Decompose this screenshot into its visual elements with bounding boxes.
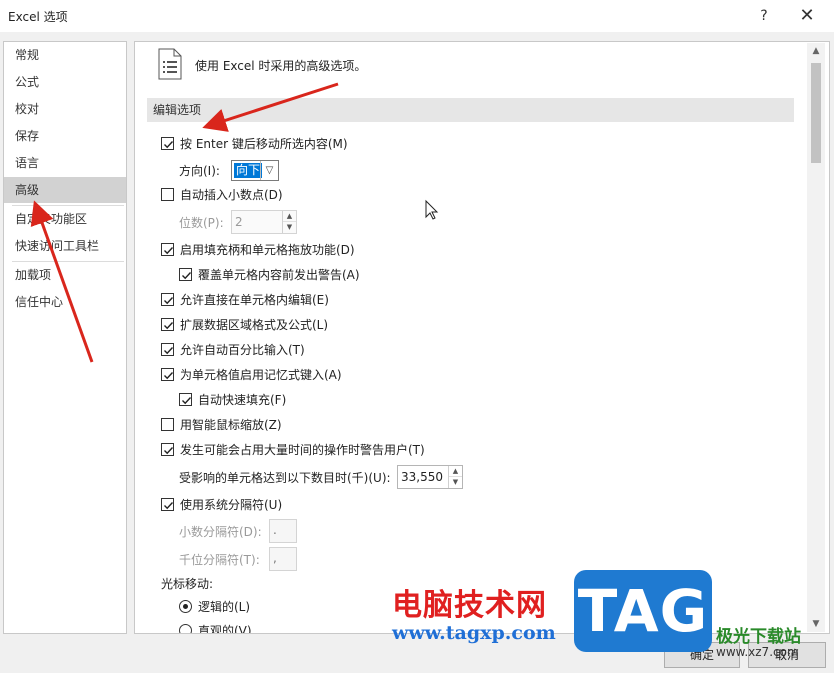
tag-logo: TAG [574,570,712,652]
spin-down-icon[interactable]: ▼ [449,477,462,488]
watermark-site-name: 电脑技术网 [392,588,547,623]
direction-label: 方向(I): [179,164,220,178]
sidebar-item-general[interactable]: 常规 [4,42,126,68]
sidebar-item-trust-center[interactable]: 信任中心 [4,289,126,315]
scroll-up-icon[interactable]: ▲ [807,43,825,59]
vertical-scrollbar[interactable]: ▲ ▼ [807,43,825,632]
sidebar-item-formulas[interactable]: 公式 [4,69,126,95]
watermark-site2-name: 极光下载站 [716,627,801,647]
sidebar-item-customize-ribbon[interactable]: 自定义功能区 [4,206,126,232]
places-value: 2 [235,215,243,229]
title-bar: Excel 选项 ? ✕ [0,0,834,32]
spinner-buttons[interactable]: ▲ ▼ [282,211,296,233]
direction-select-value: 向下 [234,163,263,178]
watermark-site-url: www.tagxp.com [392,622,556,644]
checkbox-unchecked[interactable] [161,188,174,201]
checkbox-checked[interactable] [161,498,174,511]
options-sidebar: 常规 公式 校对 保存 语言 高级 自定义功能区 快速访问工具栏 加载项 信任中… [3,41,127,634]
checkbox-checked[interactable] [179,393,192,406]
spin-up-icon[interactable]: ▲ [449,466,462,477]
direction-select[interactable]: 向下 ▽ [231,160,279,181]
thousands-separator-input[interactable]: , [269,547,297,571]
spin-up-icon[interactable]: ▲ [283,211,296,222]
close-button[interactable]: ✕ [795,4,819,28]
checkbox-checked[interactable] [161,443,174,456]
checkbox-checked[interactable] [161,368,174,381]
checkbox-unchecked[interactable] [161,418,174,431]
thousands-separator-label: 千位分隔符(T): [179,553,260,567]
document-list-icon [157,48,183,80]
radio-selected[interactable] [179,600,192,613]
spinner-buttons[interactable]: ▲ ▼ [448,466,462,488]
checkbox-checked[interactable] [161,318,174,331]
checkbox-checked[interactable] [161,243,174,256]
sidebar-item-advanced[interactable]: 高级 [4,177,126,203]
decimal-separator-label: 小数分隔符(D): [179,525,262,539]
checkbox-checked[interactable] [161,343,174,356]
places-label: 位数(P): [179,216,224,230]
watermark-site2-url: www.xz7.com [716,645,799,659]
checkbox-checked[interactable] [161,137,174,150]
section-title-editing: 编辑选项 [147,98,794,122]
scroll-down-icon[interactable]: ▼ [807,616,825,632]
sidebar-item-save[interactable]: 保存 [4,123,126,149]
checkbox-checked[interactable] [161,293,174,306]
sidebar-item-proofing[interactable]: 校对 [4,96,126,122]
sidebar-item-quick-access-toolbar[interactable]: 快速访问工具栏 [4,233,126,259]
decimal-separator-input[interactable]: . [269,519,297,543]
scroll-thumb[interactable] [811,63,821,163]
cursor-movement-label: 光标移动: [161,577,214,591]
cells-affected-spinner[interactable]: 33,550 ▲ ▼ [397,465,463,489]
sidebar-item-language[interactable]: 语言 [4,150,126,176]
window-title: Excel 选项 [8,10,68,24]
cells-affected-value: 33,550 [401,470,443,484]
places-spinner[interactable]: 2 ▲ ▼ [231,210,297,234]
checkbox-checked[interactable] [179,268,192,281]
help-button[interactable]: ? [752,4,776,28]
sidebar-item-add-ins[interactable]: 加载项 [4,262,126,288]
spin-down-icon[interactable]: ▼ [283,222,296,233]
cells-affected-label: 受影响的单元格达到以下数目时(千)(U): [179,471,391,485]
chevron-down-icon[interactable]: ▽ [260,161,278,180]
advanced-options-panel: 使用 Excel 时采用的高级选项。 编辑选项 按 Enter 键后移动所选内容… [134,41,830,634]
radio-unselected[interactable] [179,624,192,633]
panel-header-text: 使用 Excel 时采用的高级选项。 [195,59,367,73]
